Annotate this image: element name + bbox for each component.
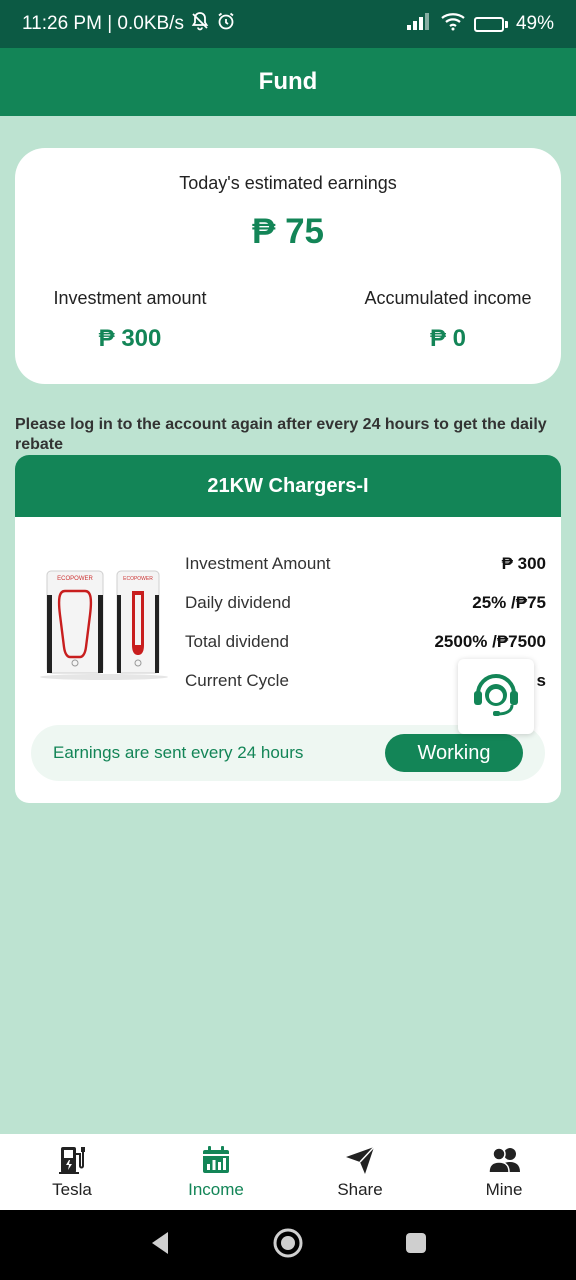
detail-value: s	[536, 671, 546, 690]
today-earnings-value: ₱ 75	[252, 212, 324, 251]
investment-stat: Investment amount ₱ 300	[41, 288, 219, 353]
detail-label: Investment Amount	[185, 554, 331, 573]
rebate-notice: Please log in to the account again after…	[15, 416, 547, 453]
nav-label: Tesla	[52, 1180, 92, 1199]
detail-value: 25% /₱75	[472, 593, 546, 612]
today-earnings-label: Today's estimated earnings	[179, 173, 397, 193]
accumulated-stat: Accumulated income ₱ 0	[355, 288, 541, 353]
status-bar: 11:26 PM | 0.0KB/s 49%	[0, 0, 576, 48]
accumulated-income-label: Accumulated income	[364, 288, 532, 308]
nav-item-share[interactable]: Share	[288, 1134, 432, 1210]
earnings-summary-card: Today's estimated earnings ₱ 75 Investme…	[15, 148, 561, 384]
bottom-nav: Tesla Income Share Mine	[0, 1134, 576, 1210]
nav-item-income[interactable]: Income	[144, 1134, 288, 1210]
working-status-button[interactable]: Working	[385, 734, 523, 772]
system-nav-bar	[0, 1210, 576, 1280]
customer-support-button[interactable]	[458, 659, 534, 734]
wifi-icon	[440, 11, 466, 37]
signal-icon	[406, 11, 432, 37]
recents-icon[interactable]	[404, 1231, 428, 1260]
detail-label: Daily dividend	[185, 593, 291, 612]
calendar-chart-icon	[203, 1146, 229, 1173]
headset-agent-icon	[469, 667, 523, 726]
product-header: 21KW Chargers-I	[15, 455, 561, 517]
detail-value: ₱ 300	[501, 554, 546, 573]
nav-label: Mine	[485, 1180, 523, 1199]
detail-value: 2500% /₱7500	[434, 632, 546, 651]
nav-item-mine[interactable]: Mine	[432, 1134, 576, 1210]
bell-off-icon	[190, 11, 210, 37]
app-header: Fund	[0, 48, 576, 116]
status-time: 11:26 PM | 0.0KB/s	[22, 13, 184, 34]
detail-label: Current Cycle	[185, 671, 289, 690]
investment-amount-value: ₱ 300	[98, 325, 162, 352]
earnings-schedule-text: Earnings are sent every 24 hours	[53, 743, 304, 762]
nav-item-tesla[interactable]: Tesla	[0, 1134, 144, 1210]
battery-percent: 49%	[515, 13, 554, 34]
nav-label: Share	[337, 1180, 383, 1199]
product-title: 21KW Chargers-I	[207, 474, 369, 497]
product-card[interactable]: 21KW Chargers-I ECOPOWER ECOPOWER Invest…	[15, 455, 561, 803]
charger-brand-text: ECOPOWER	[57, 576, 93, 582]
charger-brand-text: ECOPOWER	[123, 576, 153, 582]
detail-row-investment: Investment Amount ₱ 300	[185, 554, 546, 574]
battery-icon	[473, 16, 508, 32]
page-title: Fund	[258, 68, 318, 95]
charger-product-image: ECOPOWER ECOPOWER	[40, 570, 168, 680]
investment-amount-label: Investment amount	[53, 288, 207, 308]
detail-row-daily-dividend: Daily dividend 25% /₱75	[185, 593, 546, 613]
detail-row-total-dividend: Total dividend 2500% /₱7500	[185, 632, 546, 652]
alarm-icon	[216, 11, 236, 37]
detail-label: Total dividend	[185, 632, 289, 651]
nav-label: Income	[188, 1180, 244, 1199]
users-icon	[488, 1147, 520, 1173]
send-icon	[346, 1146, 375, 1174]
charger-icon	[59, 1147, 85, 1174]
accumulated-income-value: ₱ 0	[429, 325, 467, 352]
back-icon[interactable]	[148, 1230, 172, 1261]
home-icon[interactable]	[272, 1227, 304, 1264]
